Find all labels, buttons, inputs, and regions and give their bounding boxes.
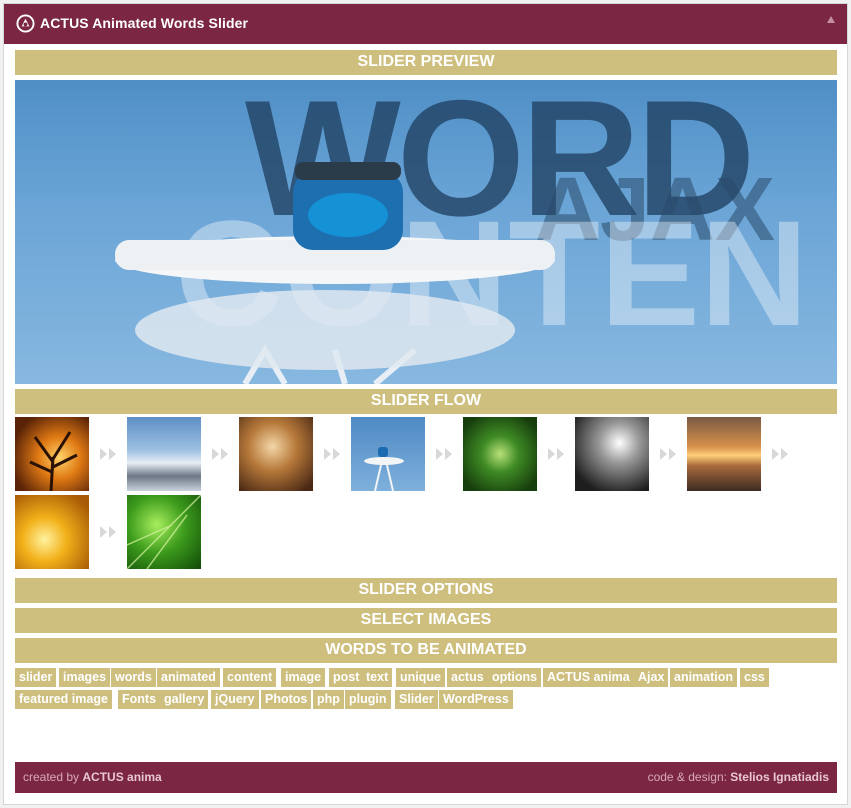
design-label: code & design: — [647, 770, 731, 784]
word-tag[interactable]: plugin — [345, 690, 391, 709]
section-slider-preview: SLIDER PREVIEW — [15, 50, 837, 75]
flow-arrow-icon — [436, 448, 452, 460]
word-tag[interactable]: animation — [670, 668, 738, 687]
created-by-name[interactable]: ACTUS anima — [82, 770, 161, 784]
word-tag[interactable]: slider — [15, 668, 57, 687]
word-tag[interactable]: featured image — [15, 690, 112, 709]
word-tag[interactable]: jQuery — [211, 690, 259, 709]
word-tag[interactable]: images — [59, 668, 111, 687]
design-credit: code & design: Stelios Ignatiadis — [648, 762, 829, 793]
word-tag[interactable]: actus — [447, 668, 488, 687]
flow-arrow-icon — [324, 448, 340, 460]
flow-arrow-icon — [772, 448, 788, 460]
word-tag[interactable]: text — [362, 668, 393, 687]
widget-footer: created by ACTUS anima code & design: St… — [15, 762, 837, 793]
word-tag[interactable]: gallery — [160, 690, 209, 709]
flow-thumbnail[interactable] — [575, 417, 649, 491]
flow-thumbnail[interactable] — [15, 495, 89, 569]
word-tag[interactable]: animated — [157, 668, 220, 687]
word-tag[interactable]: image — [281, 668, 326, 687]
word-tag[interactable]: post — [329, 668, 364, 687]
word-tag[interactable]: Photos — [261, 690, 312, 709]
flow-thumbnail[interactable] — [463, 417, 537, 491]
word-tag[interactable]: ACTUS anima — [543, 668, 634, 687]
actus-logo-icon — [16, 14, 35, 33]
collapse-arrow-icon[interactable] — [827, 16, 835, 23]
widget-title: ACTUS Animated Words Slider — [40, 15, 249, 31]
word-tag[interactable]: css — [740, 668, 769, 687]
word-tag[interactable]: Fonts — [118, 690, 161, 709]
created-by-label: created by — [23, 770, 83, 784]
flow-arrow-icon — [100, 526, 116, 538]
words-tag-list: slider images words animated content ima… — [15, 668, 837, 712]
section-slider-options[interactable]: SLIDER OPTIONS — [15, 578, 837, 603]
flow-arrow-icon — [548, 448, 564, 460]
word-tag[interactable]: options — [488, 668, 542, 687]
created-by-credit: created by ACTUS anima — [23, 762, 162, 793]
flow-thumbnail[interactable] — [15, 417, 89, 491]
flow-arrow-icon — [660, 448, 676, 460]
word-tag[interactable]: words — [111, 668, 156, 687]
designer-name[interactable]: Stelios Ignatiadis — [730, 770, 829, 784]
slider-preview-image: WORD AJAX CONTEN — [15, 80, 837, 384]
widget-box: ACTUS Animated Words Slider SLIDER PREVI… — [3, 3, 848, 805]
flow-arrow-icon — [100, 448, 116, 460]
flow-thumbnail[interactable] — [127, 495, 201, 569]
flow-thumbnail[interactable] — [687, 417, 761, 491]
flow-arrow-icon — [212, 448, 228, 460]
word-tag[interactable]: Slider — [395, 690, 438, 709]
section-slider-flow: SLIDER FLOW — [15, 389, 837, 414]
word-tag[interactable]: php — [313, 690, 344, 709]
flow-thumbnail[interactable] — [351, 417, 425, 491]
flow-thumbnail[interactable] — [127, 417, 201, 491]
word-tag[interactable]: content — [223, 668, 277, 687]
widget-header[interactable]: ACTUS Animated Words Slider — [4, 4, 847, 44]
word-tag[interactable]: unique — [396, 668, 445, 687]
flow-thumbnail[interactable] — [239, 417, 313, 491]
word-tag[interactable]: Ajax — [634, 668, 669, 687]
section-select-images[interactable]: SELECT IMAGES — [15, 608, 837, 633]
word-tag[interactable]: WordPress — [439, 690, 513, 709]
section-words-animated[interactable]: WORDS TO BE ANIMATED — [15, 638, 837, 663]
